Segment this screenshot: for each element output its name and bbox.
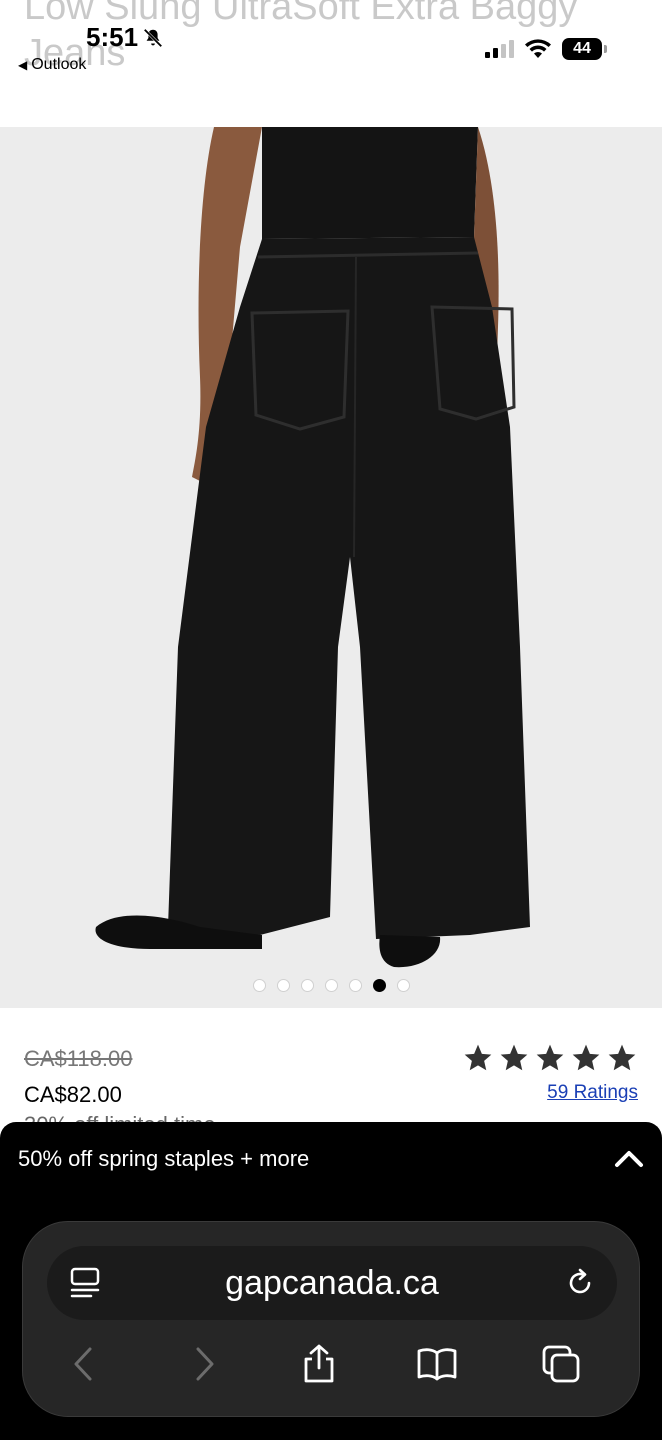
tabs-icon [542,1345,580,1383]
status-icons: 44 [485,38,607,60]
promo-banner[interactable]: 50% off spring staples + more gapcanada.… [0,1122,662,1440]
sale-price: CA$82.00 [24,1082,122,1107]
cellular-signal-icon [485,40,514,58]
jeans-photo [0,127,662,1008]
bookmarks-icon [417,1348,457,1381]
bell-slash-icon [143,28,163,47]
share-icon [304,1344,334,1383]
promo-label: 30% off limited time [24,1112,216,1122]
star-icon [500,1044,528,1071]
bookmarks-button[interactable] [407,1334,467,1394]
back-icon [74,1347,92,1381]
back-button[interactable] [55,1334,115,1394]
address-bar[interactable]: gapcanada.ca [47,1246,617,1320]
carousel-dot[interactable] [348,979,362,992]
carousel-dot[interactable] [324,979,338,992]
star-icon [572,1044,600,1071]
carousel-dot-active[interactable] [372,979,386,992]
carousel-dot[interactable] [252,979,266,992]
safari-toolbar [23,1334,641,1394]
back-to-app-link[interactable]: ◀ Outlook [18,56,86,74]
battery-level: 44 [573,40,591,57]
share-button[interactable] [289,1334,349,1394]
back-caret-icon: ◀ [18,58,28,72]
star-icon [608,1044,636,1071]
star-icon [464,1044,492,1071]
reload-icon[interactable] [563,1266,597,1300]
product-image[interactable] [0,127,662,1008]
original-price: CA$118.00 [24,1046,133,1071]
battery-icon: 44 [562,38,607,60]
forward-icon [196,1347,214,1381]
back-app-label: Outlook [31,56,87,73]
promo-banner-text[interactable]: 50% off spring staples + more [18,1146,309,1172]
rating-stars[interactable] [462,1042,638,1074]
safari-bottom-bar: gapcanada.ca [22,1221,640,1417]
status-bar-time: 5:51 [86,22,164,53]
wifi-icon [525,39,551,58]
ratings-link[interactable]: 59 Ratings [547,1082,638,1104]
time-text: 5:51 [86,22,139,52]
forward-button[interactable] [173,1334,233,1394]
page-header: Low Slung UltraSoft Extra Baggy Jeans 5:… [0,0,662,127]
carousel-dot[interactable] [276,979,290,992]
chevron-up-icon[interactable] [612,1142,646,1176]
star-icon [536,1044,564,1071]
tabs-button[interactable] [531,1334,591,1394]
image-carousel-dots[interactable] [0,979,662,992]
url-text[interactable]: gapcanada.ca [47,1264,617,1303]
carousel-dot[interactable] [396,979,410,992]
price-section: CA$118.00 CA$82.00 30% off limited time … [0,1008,662,1122]
carousel-dot[interactable] [300,979,314,992]
